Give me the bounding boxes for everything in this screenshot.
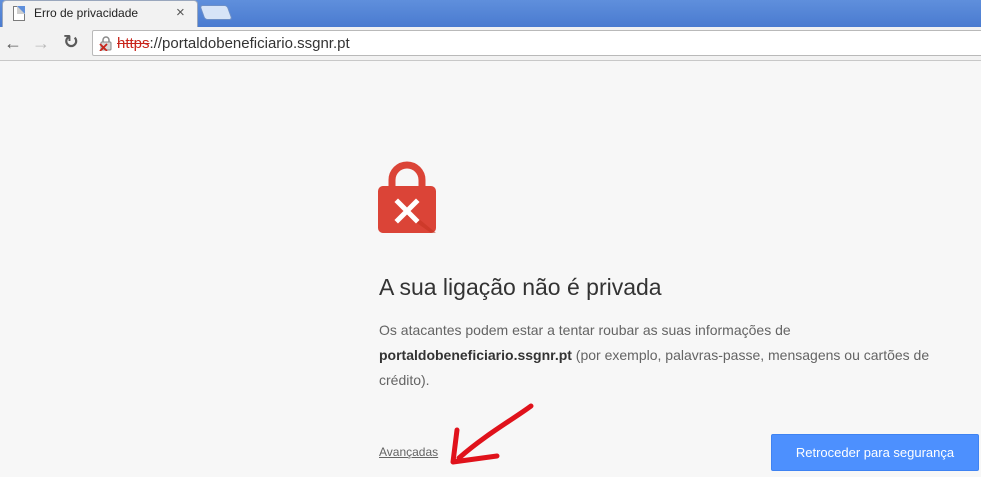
url-host: ://portaldobeneficiario.ssgnr.pt <box>149 35 350 52</box>
tab-title: Erro de privacidade <box>34 6 139 20</box>
advanced-link[interactable]: Avançadas <box>379 445 438 459</box>
back-to-safety-button[interactable]: Retroceder para segurança <box>771 434 979 471</box>
url-text[interactable]: https://portaldobeneficiario.ssgnr.pt <box>117 35 350 52</box>
address-bar[interactable]: https://portaldobeneficiario.ssgnr.pt <box>92 30 981 56</box>
error-description: Os atacantes podem estar a tentar roubar… <box>379 318 979 393</box>
url-scheme: https <box>117 35 150 52</box>
reload-icon[interactable]: ↻ <box>60 32 82 54</box>
forward-arrow-icon[interactable]: → <box>30 32 52 54</box>
back-arrow-icon[interactable]: ← <box>2 32 24 54</box>
page-heading: A sua ligação não é privada <box>379 274 662 300</box>
description-intro: Os atacantes podem estar a tentar roubar… <box>379 322 791 338</box>
page-icon <box>13 6 25 21</box>
tab-privacy-error[interactable]: Erro de privacidade × <box>2 0 198 27</box>
lock-error-icon <box>378 161 436 233</box>
close-icon[interactable]: × <box>176 4 185 22</box>
toolbar: ← → ↻ https://portaldobeneficiario.ssgnr… <box>0 27 981 61</box>
tab-strip: Erro de privacidade × <box>0 0 981 27</box>
broken-lock-icon[interactable] <box>98 35 114 51</box>
red-arrow-icon <box>450 403 534 465</box>
privacy-error-page: A sua ligação não é privada Os atacantes… <box>0 62 981 477</box>
description-domain: portaldobeneficiario.ssgnr.pt <box>379 347 572 363</box>
new-tab-button[interactable] <box>199 5 233 20</box>
